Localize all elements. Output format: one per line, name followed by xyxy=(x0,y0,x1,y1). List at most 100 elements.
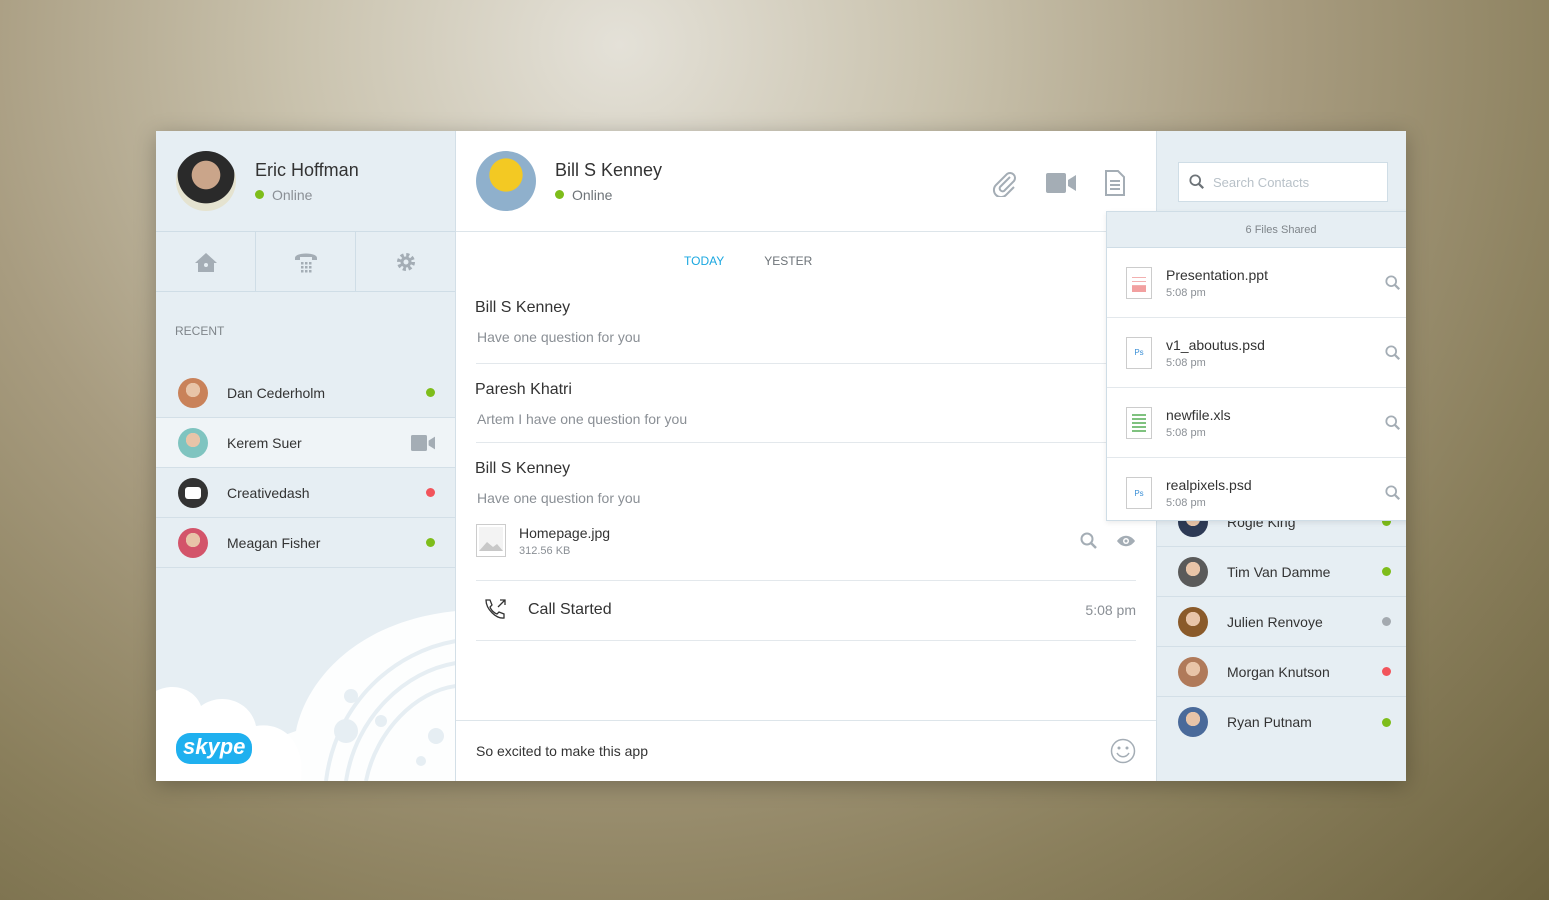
recent-label: RECENT xyxy=(175,324,225,338)
contact-row[interactable]: Ryan Putnam xyxy=(1157,697,1406,747)
contact-name: Dan Cederholm xyxy=(227,384,326,401)
message-text: Artem I have one question for you xyxy=(477,411,688,427)
divider xyxy=(476,363,1136,364)
shared-files-title: 6 Files Shared xyxy=(1107,212,1406,248)
contact-row[interactable]: Dan Cederholm xyxy=(156,368,455,418)
emoji-icon[interactable] xyxy=(1110,738,1136,764)
video-call-icon[interactable] xyxy=(1046,172,1076,194)
contact-row[interactable]: Creativedash xyxy=(156,468,455,518)
status-dot-busy xyxy=(426,488,435,497)
nav-home[interactable] xyxy=(156,232,256,291)
status-dot-online xyxy=(1382,717,1391,727)
contact-name: Creativedash xyxy=(227,484,310,501)
contact-row[interactable]: Tim Van Damme xyxy=(1157,547,1406,597)
file-name: v1_aboutus.psd xyxy=(1166,336,1265,353)
chat-header: Bill S Kenney Online xyxy=(456,131,1156,232)
nav-settings[interactable] xyxy=(356,232,455,291)
contact-row[interactable]: Morgan Knutson xyxy=(1157,647,1406,697)
message: Paresh Khatri Artem I have one question f… xyxy=(475,381,1136,427)
spreadsheet-grid xyxy=(1132,413,1146,432)
contact-name: Julien Renvoye xyxy=(1227,613,1323,630)
contact-status: Online xyxy=(555,187,662,203)
file-name: realpixels.psd xyxy=(1166,477,1252,493)
contact-name: Ryan Putnam xyxy=(1227,714,1312,730)
paperclip-icon[interactable] xyxy=(990,169,1018,197)
tab-today[interactable]: TODAY xyxy=(684,254,724,268)
avatar xyxy=(178,427,208,458)
tab-yesterday[interactable]: YESTER xyxy=(764,254,812,268)
contact-name: Bill S Kenney xyxy=(555,159,663,180)
status-dot-online xyxy=(426,388,435,397)
message: Bill S Kenney Have one question for you xyxy=(475,299,1136,345)
file-name: newfile.xls xyxy=(1166,406,1231,423)
search-icon[interactable] xyxy=(1385,485,1401,501)
message-sender: Paresh Khatri xyxy=(475,381,572,398)
shared-file-row[interactable]: newfile.xls 5:08 pm xyxy=(1107,388,1406,458)
shared-file-row[interactable]: Ps realpixels.psd 5:08 pm xyxy=(1107,458,1406,528)
my-status: Online xyxy=(255,187,359,203)
psd-label: Ps xyxy=(1134,348,1144,357)
avatar xyxy=(178,377,208,408)
image-file-icon xyxy=(476,524,506,557)
divider xyxy=(476,442,1136,443)
xls-file-icon xyxy=(1126,406,1152,439)
search-icon[interactable] xyxy=(1385,344,1401,361)
message-text: Have one question for you xyxy=(477,329,641,345)
ppt-file-icon xyxy=(1126,266,1152,299)
status-dot-offline xyxy=(1382,617,1391,626)
recent-list: Dan Cederholm Kerem Suer Creativedash Meaga… xyxy=(156,368,455,568)
message-composer xyxy=(456,720,1156,781)
search-icon[interactable] xyxy=(1385,274,1401,291)
file-time: 5:08 pm xyxy=(1166,426,1206,439)
contact-row[interactable]: Kerem Suer xyxy=(156,418,455,468)
dialpad-icon xyxy=(294,253,317,272)
message-text: Have one question for you xyxy=(477,490,641,506)
video-call-icon[interactable] xyxy=(411,434,435,451)
file-time: 5:08 pm xyxy=(1166,497,1206,509)
home-icon xyxy=(194,252,217,272)
psd-file-icon: Ps xyxy=(1126,336,1152,369)
attachment-homepage[interactable]: Homepage.jpg 312.56 KB xyxy=(476,524,1136,557)
contact-name: Kerem Suer xyxy=(227,434,302,451)
psd-file-icon: Ps xyxy=(1126,477,1152,509)
date-tabs: TODAY YESTER xyxy=(684,254,812,268)
my-name: Eric Hoffman xyxy=(255,159,359,180)
avatar xyxy=(1178,556,1208,587)
chat-panel: Bill S Kenney Online TODAY YESTER Bill S… xyxy=(456,131,1406,781)
my-profile[interactable]: Eric Hoffman Online xyxy=(156,131,455,232)
search-icon[interactable] xyxy=(1385,414,1401,431)
avatar xyxy=(1178,606,1208,637)
file-list: Presentation.ppt 5:08 pm Ps v1_aboutus.ps… xyxy=(1107,248,1406,528)
eye-icon[interactable] xyxy=(1116,535,1136,547)
shared-file-row[interactable]: Presentation.ppt 5:08 pm xyxy=(1107,248,1406,318)
file-time: 5:08 pm xyxy=(1166,286,1206,299)
files-icon[interactable] xyxy=(1104,170,1126,196)
left-sidebar: Eric Hoffman Online RECENT Dan Cederholm… xyxy=(156,131,456,781)
nav-dialpad[interactable] xyxy=(256,232,356,291)
gear-icon xyxy=(396,252,415,271)
message-input[interactable] xyxy=(476,743,1110,759)
online-dot xyxy=(255,190,264,199)
attachment-size: 312.56 KB xyxy=(519,544,571,557)
shared-file-row[interactable]: Ps v1_aboutus.psd 5:08 pm xyxy=(1107,318,1406,388)
avatar xyxy=(1178,707,1208,737)
skype-logo: skype xyxy=(176,733,253,764)
contact-row[interactable]: Meagan Fisher xyxy=(156,518,455,568)
psd-label: Ps xyxy=(1134,488,1144,498)
search-input[interactable] xyxy=(1213,174,1373,190)
contact-avatar xyxy=(476,151,536,211)
skype-window: Eric Hoffman Online RECENT Dan Cederholm… xyxy=(156,131,1406,781)
ppt-graphic xyxy=(1132,273,1146,292)
contact-status-text: Online xyxy=(572,186,613,203)
status-dot-online xyxy=(1382,567,1391,576)
attachment-name: Homepage.jpg xyxy=(519,524,611,541)
call-label: Call Started xyxy=(528,601,612,618)
avatar xyxy=(178,527,208,558)
contact-name: Tim Van Damme xyxy=(1227,563,1331,580)
call-started-entry: Call Started 5:08 pm xyxy=(482,597,1136,623)
avatar xyxy=(1178,656,1208,687)
avatar xyxy=(178,477,208,508)
search-icon[interactable] xyxy=(1080,532,1098,550)
search-box[interactable] xyxy=(1178,162,1388,202)
contact-row[interactable]: Julien Renvoye xyxy=(1157,597,1406,647)
